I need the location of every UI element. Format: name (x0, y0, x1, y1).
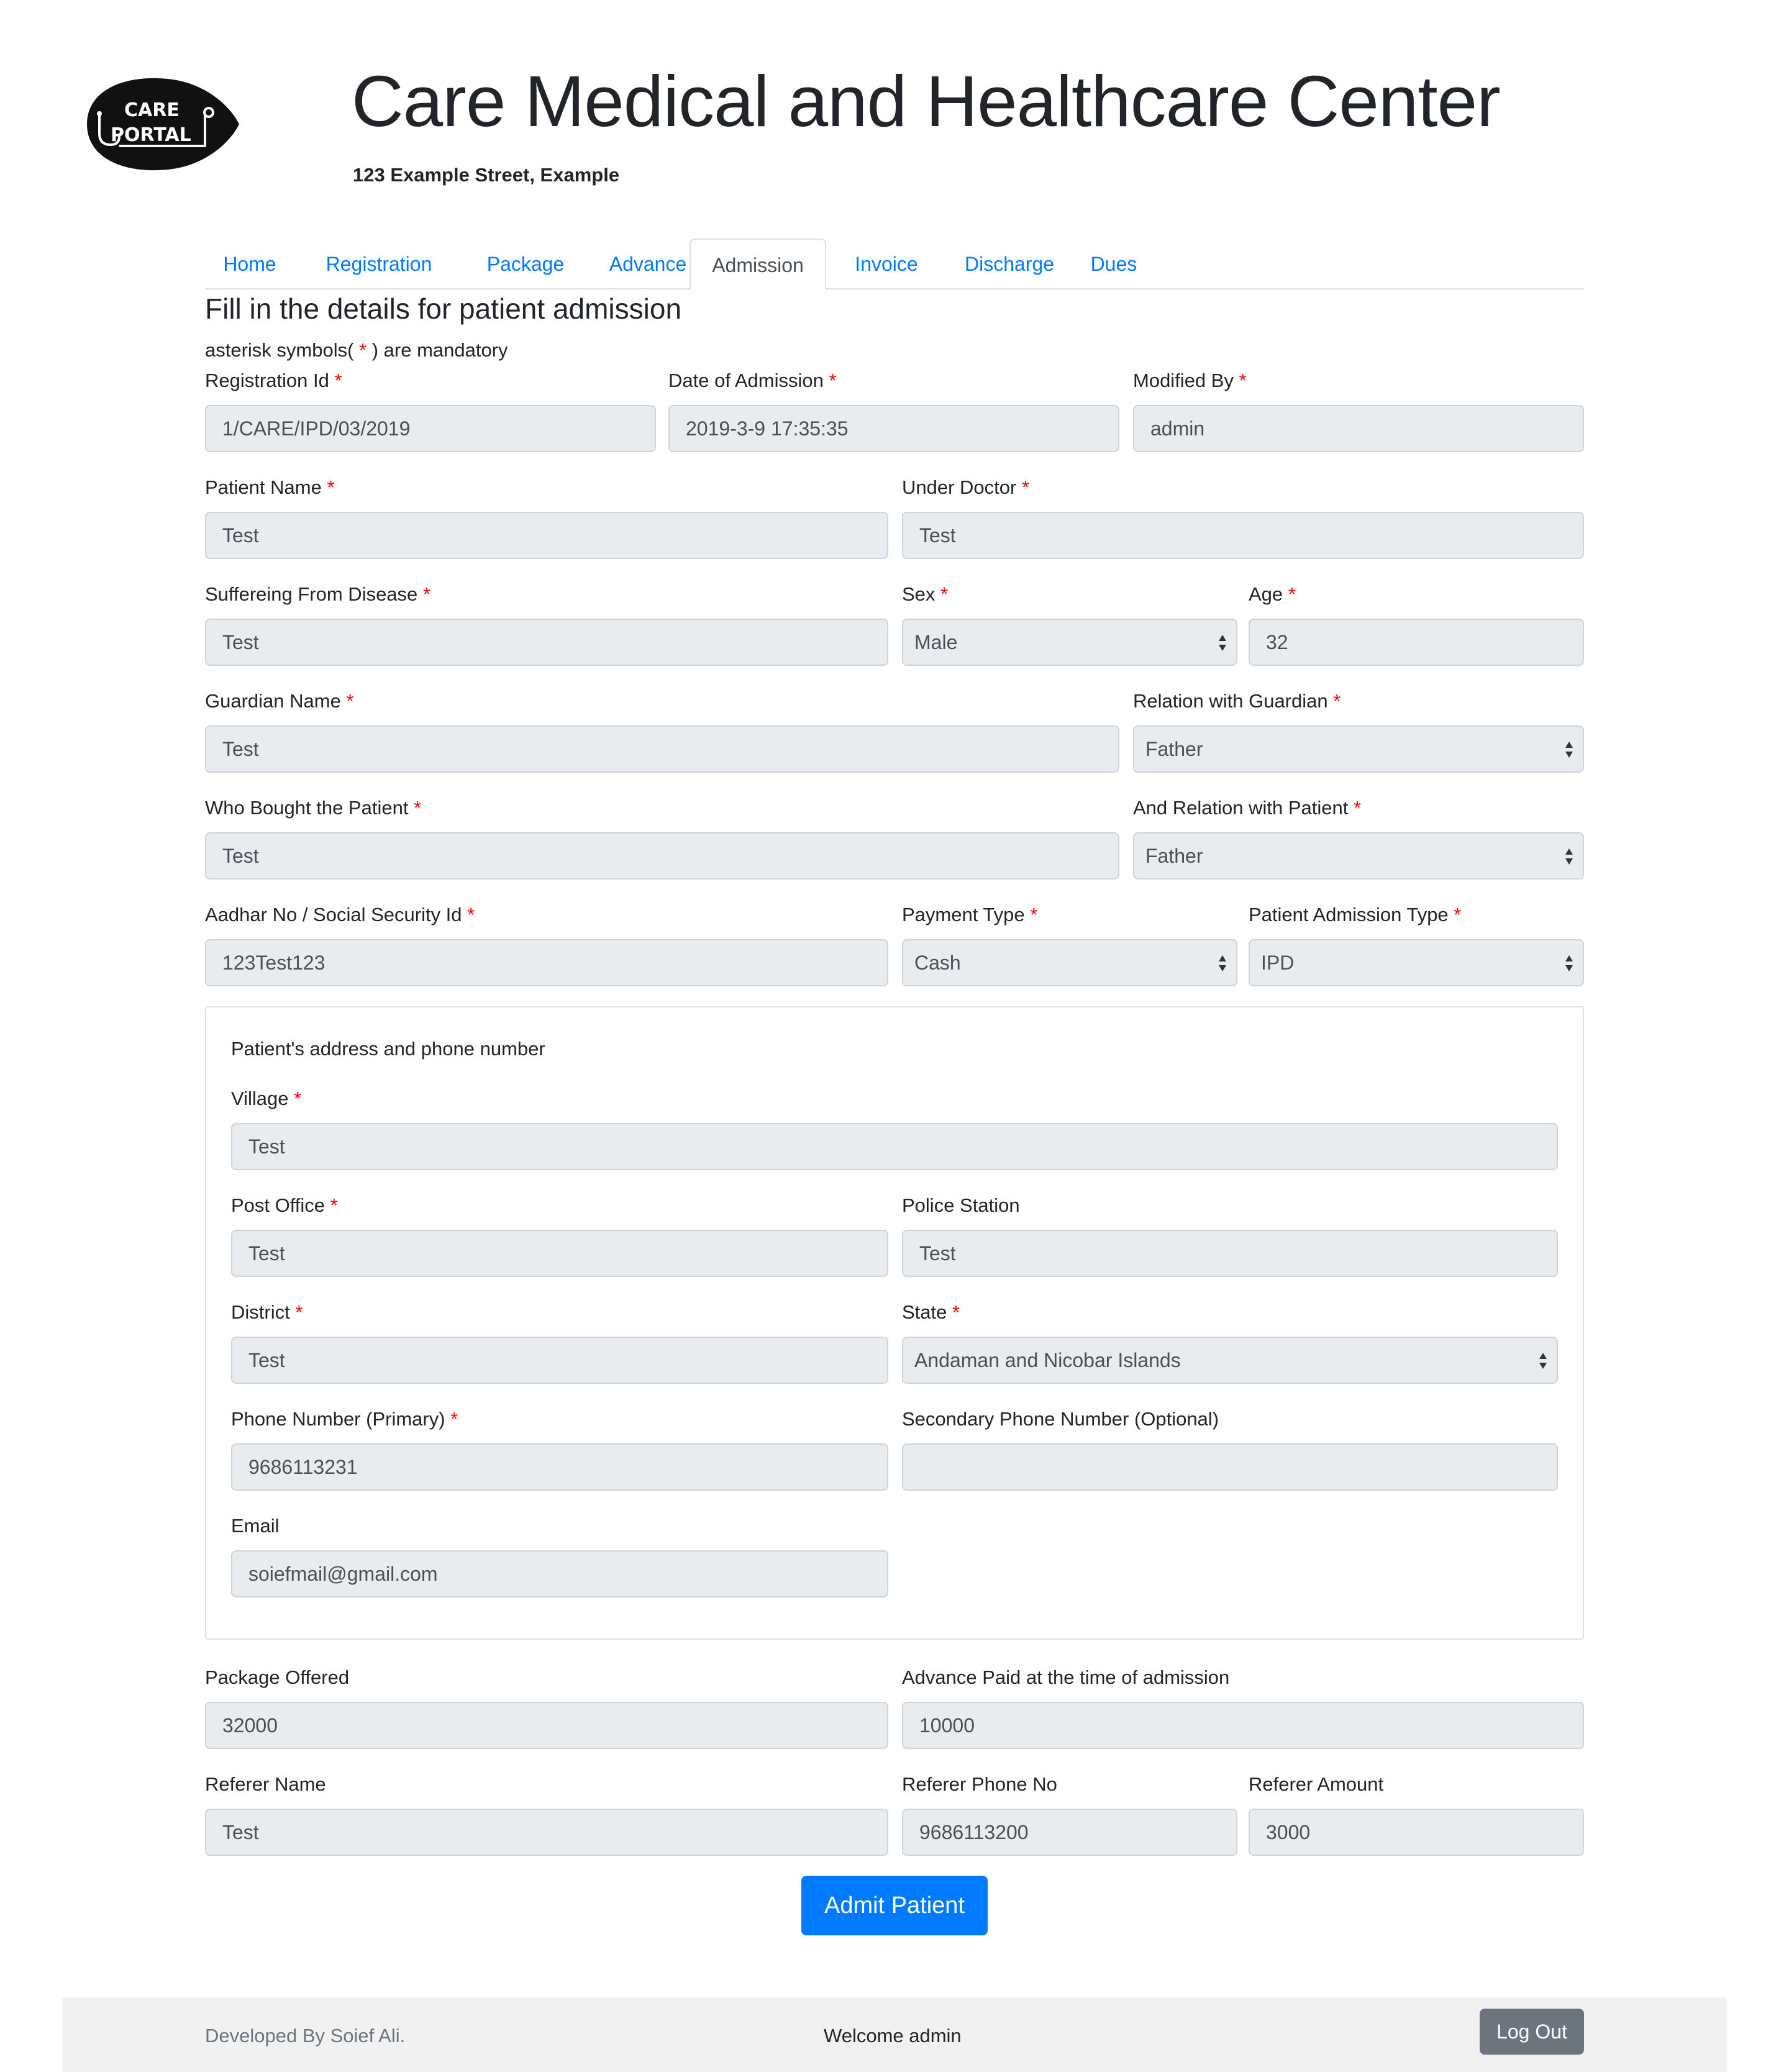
mandatory-note: asterisk symbols( * ) are mandatory (205, 339, 508, 361)
tab-discharge[interactable]: Discharge (947, 239, 1072, 289)
age-label: Age * (1249, 583, 1296, 605)
note-suffix: ) are mandatory (366, 339, 508, 361)
phone-secondary-label: Secondary Phone Number (Optional) (902, 1408, 1219, 1430)
police-station-field[interactable]: Test (902, 1230, 1558, 1277)
sex-label: Sex * (902, 583, 949, 605)
email-label: Email (231, 1515, 280, 1537)
payment-type-select[interactable]: Cash (902, 939, 1237, 986)
registration-id-field[interactable]: 1/CARE/IPD/03/2019 (205, 405, 656, 452)
referer-amount-label: Referer Amount (1249, 1773, 1384, 1795)
tab-invoice[interactable]: Invoice (826, 239, 947, 289)
address-card (205, 1006, 1584, 1640)
note-star: * (359, 339, 367, 361)
footer: Developed By Soief Ali. Welcome admin Lo… (62, 1997, 1727, 2072)
referer-phone-label: Referer Phone No (902, 1773, 1057, 1795)
referer-amount-field[interactable]: 3000 (1249, 1809, 1584, 1856)
admit-patient-button[interactable]: Admit Patient (801, 1876, 988, 1935)
phone-primary-label: Phone Number (Primary) * (231, 1408, 458, 1430)
tab-admission[interactable]: Admission (690, 239, 826, 291)
select-arrows-icon (1565, 848, 1573, 865)
select-arrows-icon (1539, 1353, 1547, 1369)
select-arrows-icon (1565, 742, 1573, 758)
phone-secondary-field[interactable] (902, 1443, 1558, 1491)
logo-text-care: CARE (124, 99, 180, 121)
package-offered-label: Package Offered (205, 1666, 350, 1688)
note-prefix: asterisk symbols( (205, 339, 360, 361)
site-header: CARE PORTAL Care Medical and Healthcare … (0, 0, 1789, 205)
nav-tabs: Home Registration Package Advance Admiss… (205, 239, 1584, 291)
date-of-admission-field[interactable]: 2019-3-9 17:35:35 (668, 405, 1119, 452)
post-office-field[interactable]: Test (231, 1230, 888, 1277)
site-address: 123 Example Street, Example (353, 164, 620, 186)
tab-home[interactable]: Home (205, 239, 294, 289)
logo-text-portal: PORTAL (111, 124, 191, 146)
referer-name-label: Referer Name (205, 1773, 326, 1795)
select-arrows-icon (1219, 955, 1226, 971)
admission-type-select[interactable]: IPD (1249, 939, 1584, 986)
aadhar-label: Aadhar No / Social Security Id * (205, 904, 475, 925)
site-title: Care Medical and Healthcare Center (352, 61, 1501, 142)
who-bought-field[interactable]: Test (205, 832, 1119, 879)
who-bought-label: Who Bought the Patient * (205, 797, 422, 819)
guardian-name-label: Guardian Name * (205, 690, 354, 712)
logout-button[interactable]: Log Out (1480, 2009, 1584, 2055)
tab-dues[interactable]: Dues (1072, 239, 1155, 289)
guardian-name-field[interactable]: Test (205, 725, 1119, 773)
sex-select[interactable]: Male (902, 619, 1237, 666)
address-card-title: Patient's address and phone number (231, 1038, 545, 1060)
phone-primary-field[interactable]: 9686113231 (231, 1443, 888, 1491)
advance-paid-field[interactable]: 10000 (902, 1702, 1584, 1749)
admission-type-label: Patient Admission Type * (1249, 904, 1462, 925)
package-offered-field[interactable]: 32000 (205, 1702, 888, 1749)
patient-name-field[interactable]: Test (205, 512, 888, 559)
referer-phone-field[interactable]: 9686113200 (902, 1809, 1237, 1856)
care-portal-logo: CARE PORTAL (87, 78, 239, 171)
under-doctor-field[interactable]: Test (902, 512, 1584, 559)
modified-by-field[interactable]: admin (1133, 405, 1584, 452)
tab-registration[interactable]: Registration (294, 239, 463, 289)
date-of-admission-label: Date of Admission * (668, 370, 837, 391)
state-select[interactable]: Andaman and Nicobar Islands (902, 1337, 1558, 1384)
guardian-relation-select[interactable]: Father (1133, 725, 1584, 773)
registration-id-label: Registration Id * (205, 370, 342, 391)
referer-name-field[interactable]: Test (205, 1809, 888, 1856)
select-arrows-icon (1219, 635, 1226, 651)
footer-developer-credit: Developed By Soief Ali. (205, 2025, 406, 2047)
select-arrows-icon (1565, 955, 1573, 971)
payment-type-label: Payment Type * (902, 904, 1038, 925)
disease-field[interactable]: Test (205, 619, 888, 666)
village-field[interactable]: Test (231, 1123, 1558, 1170)
advance-paid-label: Advance Paid at the time of admission (902, 1666, 1230, 1688)
modified-by-label: Modified By * (1133, 370, 1247, 391)
email-field[interactable]: soiefmail@gmail.com (231, 1550, 888, 1597)
disease-label: Suffereing From Disease * (205, 583, 431, 605)
post-office-label: Post Office * (231, 1194, 338, 1216)
form-heading: Fill in the details for patient admissio… (205, 293, 682, 325)
age-field[interactable]: 32 (1249, 619, 1584, 666)
aadhar-field[interactable]: 123Test123 (205, 939, 888, 986)
tab-package[interactable]: Package (463, 239, 588, 289)
guardian-relation-label: Relation with Guardian * (1133, 690, 1341, 712)
under-doctor-label: Under Doctor * (902, 476, 1030, 498)
village-label: Village * (231, 1088, 302, 1109)
district-label: District * (231, 1301, 303, 1323)
bought-relation-label: And Relation with Patient * (1133, 797, 1362, 819)
police-station-label: Police Station (902, 1194, 1020, 1216)
bought-relation-select[interactable]: Father (1133, 832, 1584, 879)
footer-welcome-text: Welcome admin (824, 2025, 962, 2047)
patient-name-label: Patient Name * (205, 476, 335, 498)
state-label: State * (902, 1301, 960, 1323)
district-field[interactable]: Test (231, 1337, 888, 1384)
